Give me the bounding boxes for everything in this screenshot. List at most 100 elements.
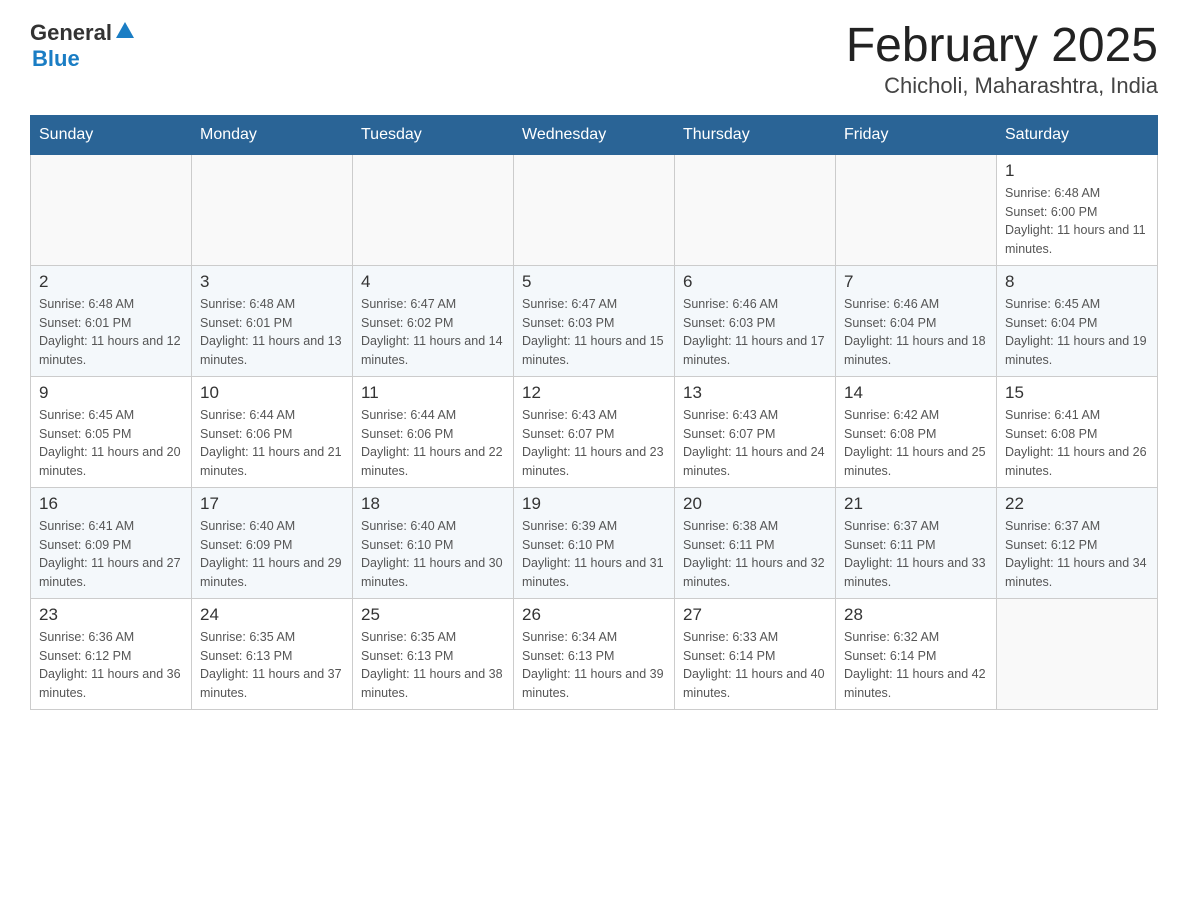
calendar-cell: 21Sunrise: 6:37 AMSunset: 6:11 PMDayligh…	[836, 487, 997, 598]
calendar-cell	[836, 154, 997, 265]
day-number: 9	[39, 383, 183, 403]
weekday-header-friday: Friday	[836, 115, 997, 154]
weekday-header-row: SundayMondayTuesdayWednesdayThursdayFrid…	[31, 115, 1158, 154]
calendar-week-row: 16Sunrise: 6:41 AMSunset: 6:09 PMDayligh…	[31, 487, 1158, 598]
day-number: 8	[1005, 272, 1149, 292]
day-number: 3	[200, 272, 344, 292]
calendar-cell	[514, 154, 675, 265]
calendar-week-row: 9 Sunrise: 6:45 AMSunset: 6:05 PMDaylight…	[31, 376, 1158, 487]
calendar-cell: 15 Sunrise: 6:41 AMSunset: 6:08 PMDayligh…	[997, 376, 1158, 487]
day-info: Sunrise: 6:32 AMSunset: 6:14 PMDaylight:…	[844, 628, 988, 703]
calendar-cell	[192, 154, 353, 265]
day-info: Sunrise: 6:43 AMSunset: 6:07 PMDaylight:…	[522, 406, 666, 481]
calendar-cell: 5 Sunrise: 6:47 AMSunset: 6:03 PMDaylight…	[514, 265, 675, 376]
calendar-cell	[675, 154, 836, 265]
logo-blue: Blue	[30, 46, 136, 72]
day-number: 6	[683, 272, 827, 292]
calendar-cell: 3 Sunrise: 6:48 AMSunset: 6:01 PMDaylight…	[192, 265, 353, 376]
calendar-week-row: 23 Sunrise: 6:36 AMSunset: 6:12 PMDayligh…	[31, 598, 1158, 709]
day-number: 20	[683, 494, 827, 514]
day-info: Sunrise: 6:45 AMSunset: 6:05 PMDaylight:…	[39, 406, 183, 481]
calendar-cell: 20 Sunrise: 6:38 AMSunset: 6:11 PMDayligh…	[675, 487, 836, 598]
calendar-cell: 1Sunrise: 6:48 AMSunset: 6:00 PMDaylight…	[997, 154, 1158, 265]
day-number: 13	[683, 383, 827, 403]
calendar-cell: 19 Sunrise: 6:39 AMSunset: 6:10 PMDayligh…	[514, 487, 675, 598]
calendar-week-row: 2 Sunrise: 6:48 AMSunset: 6:01 PMDaylight…	[31, 265, 1158, 376]
calendar-week-row: 1Sunrise: 6:48 AMSunset: 6:00 PMDaylight…	[31, 154, 1158, 265]
day-number: 23	[39, 605, 183, 625]
logo-arrow-icon	[114, 20, 136, 42]
day-number: 26	[522, 605, 666, 625]
weekday-header-wednesday: Wednesday	[514, 115, 675, 154]
title-section: February 2025 Chicholi, Maharashtra, Ind…	[846, 20, 1158, 99]
day-info: Sunrise: 6:41 AMSunset: 6:08 PMDaylight:…	[1005, 406, 1149, 481]
calendar-cell: 10Sunrise: 6:44 AMSunset: 6:06 PMDayligh…	[192, 376, 353, 487]
day-info: Sunrise: 6:48 AMSunset: 6:01 PMDaylight:…	[200, 295, 344, 370]
calendar-cell: 16Sunrise: 6:41 AMSunset: 6:09 PMDayligh…	[31, 487, 192, 598]
day-number: 25	[361, 605, 505, 625]
calendar-cell: 4 Sunrise: 6:47 AMSunset: 6:02 PMDaylight…	[353, 265, 514, 376]
day-number: 2	[39, 272, 183, 292]
calendar-cell	[997, 598, 1158, 709]
calendar-cell	[353, 154, 514, 265]
calendar-cell: 27 Sunrise: 6:33 AMSunset: 6:14 PMDayligh…	[675, 598, 836, 709]
day-info: Sunrise: 6:47 AMSunset: 6:02 PMDaylight:…	[361, 295, 505, 370]
day-info: Sunrise: 6:45 AMSunset: 6:04 PMDaylight:…	[1005, 295, 1149, 370]
day-number: 5	[522, 272, 666, 292]
day-number: 18	[361, 494, 505, 514]
calendar-cell: 7Sunrise: 6:46 AMSunset: 6:04 PMDaylight…	[836, 265, 997, 376]
calendar-cell: 11Sunrise: 6:44 AMSunset: 6:06 PMDayligh…	[353, 376, 514, 487]
day-info: Sunrise: 6:46 AMSunset: 6:03 PMDaylight:…	[683, 295, 827, 370]
day-number: 17	[200, 494, 344, 514]
day-info: Sunrise: 6:33 AMSunset: 6:14 PMDaylight:…	[683, 628, 827, 703]
calendar-cell: 8 Sunrise: 6:45 AMSunset: 6:04 PMDaylight…	[997, 265, 1158, 376]
logo-general: General	[30, 20, 112, 46]
month-title: February 2025	[846, 20, 1158, 73]
calendar-cell: 24 Sunrise: 6:35 AMSunset: 6:13 PMDayligh…	[192, 598, 353, 709]
day-info: Sunrise: 6:46 AMSunset: 6:04 PMDaylight:…	[844, 295, 988, 370]
calendar-cell: 14 Sunrise: 6:42 AMSunset: 6:08 PMDayligh…	[836, 376, 997, 487]
day-info: Sunrise: 6:40 AMSunset: 6:09 PMDaylight:…	[200, 517, 344, 592]
day-number: 15	[1005, 383, 1149, 403]
day-info: Sunrise: 6:38 AMSunset: 6:11 PMDaylight:…	[683, 517, 827, 592]
day-info: Sunrise: 6:35 AMSunset: 6:13 PMDaylight:…	[200, 628, 344, 703]
day-info: Sunrise: 6:48 AMSunset: 6:00 PMDaylight:…	[1005, 184, 1149, 259]
day-info: Sunrise: 6:36 AMSunset: 6:12 PMDaylight:…	[39, 628, 183, 703]
day-number: 27	[683, 605, 827, 625]
logo: General Blue	[30, 20, 136, 73]
day-number: 4	[361, 272, 505, 292]
day-number: 16	[39, 494, 183, 514]
weekday-header-sunday: Sunday	[31, 115, 192, 154]
weekday-header-tuesday: Tuesday	[353, 115, 514, 154]
day-number: 21	[844, 494, 988, 514]
day-number: 19	[522, 494, 666, 514]
day-info: Sunrise: 6:39 AMSunset: 6:10 PMDaylight:…	[522, 517, 666, 592]
calendar-cell	[31, 154, 192, 265]
calendar-cell: 17 Sunrise: 6:40 AMSunset: 6:09 PMDayligh…	[192, 487, 353, 598]
page-header: General Blue February 2025 Chicholi, Mah…	[30, 20, 1158, 99]
calendar-cell: 18 Sunrise: 6:40 AMSunset: 6:10 PMDayligh…	[353, 487, 514, 598]
calendar-cell: 28 Sunrise: 6:32 AMSunset: 6:14 PMDayligh…	[836, 598, 997, 709]
calendar-cell: 22 Sunrise: 6:37 AMSunset: 6:12 PMDayligh…	[997, 487, 1158, 598]
calendar-cell: 25Sunrise: 6:35 AMSunset: 6:13 PMDayligh…	[353, 598, 514, 709]
calendar-cell: 9 Sunrise: 6:45 AMSunset: 6:05 PMDaylight…	[31, 376, 192, 487]
weekday-header-thursday: Thursday	[675, 115, 836, 154]
calendar-table: SundayMondayTuesdayWednesdayThursdayFrid…	[30, 115, 1158, 710]
calendar-cell: 12 Sunrise: 6:43 AMSunset: 6:07 PMDayligh…	[514, 376, 675, 487]
location-title: Chicholi, Maharashtra, India	[846, 73, 1158, 99]
day-info: Sunrise: 6:37 AMSunset: 6:12 PMDaylight:…	[1005, 517, 1149, 592]
weekday-header-monday: Monday	[192, 115, 353, 154]
day-number: 12	[522, 383, 666, 403]
day-number: 28	[844, 605, 988, 625]
day-info: Sunrise: 6:48 AMSunset: 6:01 PMDaylight:…	[39, 295, 183, 370]
day-info: Sunrise: 6:40 AMSunset: 6:10 PMDaylight:…	[361, 517, 505, 592]
day-info: Sunrise: 6:44 AMSunset: 6:06 PMDaylight:…	[200, 406, 344, 481]
day-number: 14	[844, 383, 988, 403]
day-info: Sunrise: 6:42 AMSunset: 6:08 PMDaylight:…	[844, 406, 988, 481]
calendar-cell: 6 Sunrise: 6:46 AMSunset: 6:03 PMDaylight…	[675, 265, 836, 376]
day-number: 11	[361, 383, 505, 403]
day-number: 24	[200, 605, 344, 625]
day-number: 22	[1005, 494, 1149, 514]
day-info: Sunrise: 6:43 AMSunset: 6:07 PMDaylight:…	[683, 406, 827, 481]
day-info: Sunrise: 6:47 AMSunset: 6:03 PMDaylight:…	[522, 295, 666, 370]
